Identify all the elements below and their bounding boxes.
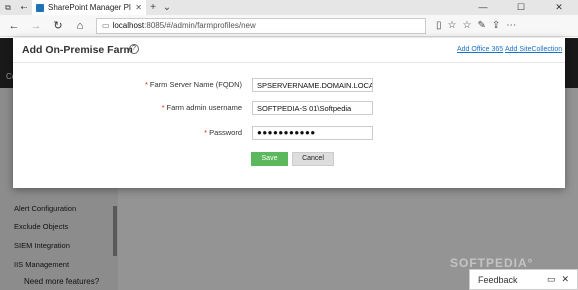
back-tabs-icon[interactable]: ⇠ — [16, 0, 32, 15]
favorites-hub-icon[interactable]: ☆ — [462, 20, 471, 31]
address-bar: ← → ↻ ⌂ ▭ localhost:8085/#/admin/farmpro… — [0, 15, 578, 37]
tab-title: SharePoint Manager Plu — [48, 3, 132, 12]
add-office365-link[interactable]: Add Office 365 — [457, 46, 503, 53]
more-menu-icon[interactable]: ⋯ — [506, 20, 516, 31]
refresh-icon[interactable]: ↻ — [48, 19, 68, 32]
password-row: * Password ●●●●●●●●●●● — [13, 126, 565, 140]
minimize-icon[interactable]: — — [464, 2, 502, 13]
farm-server-row: * Farm Server Name (FQDN) SPSERVERNAME.DO… — [13, 78, 565, 92]
feedback-widget[interactable]: Feedback ▭ ✕ — [469, 269, 578, 290]
password-label: * Password — [204, 128, 242, 137]
share-icon[interactable]: ⇪ — [492, 20, 500, 31]
home-icon[interactable]: ⌂ — [70, 20, 90, 32]
close-tab-icon[interactable]: ✕ — [135, 3, 142, 12]
url-path: :8085/#/admin/farmprofiles/new — [144, 21, 256, 30]
forward-arrow-icon[interactable]: → — [26, 20, 46, 32]
farm-server-input[interactable]: SPSERVERNAME.DOMAIN.LOCAL — [252, 78, 373, 92]
browser-tab[interactable]: SharePoint Manager Plu ✕ — [32, 0, 146, 15]
maximize-icon[interactable]: ☐ — [502, 2, 540, 13]
new-tab-icon[interactable]: + — [146, 2, 160, 13]
sharepoint-favicon-icon — [36, 3, 44, 12]
back-arrow-icon[interactable]: ← — [4, 20, 24, 32]
tab-list-chevron-icon[interactable]: ⌄ — [160, 2, 174, 13]
admin-username-input[interactable]: SOFTPEDIA-S 01\Softpedia — [252, 101, 373, 115]
cancel-button[interactable]: Cancel — [292, 152, 334, 166]
admin-username-label: * Farm admin username — [161, 103, 242, 112]
add-sitecollection-link[interactable]: Add SiteCollection — [505, 46, 562, 53]
window-controls: — ☐ ✕ — [464, 2, 578, 13]
feedback-label: Feedback — [478, 274, 518, 285]
farm-server-label: * Farm Server Name (FQDN) — [144, 80, 242, 89]
expand-icon[interactable]: ▭ — [547, 274, 556, 285]
close-icon[interactable]: ✕ — [561, 274, 569, 285]
favorite-star-icon[interactable]: ☆ — [448, 20, 457, 31]
page-icon: ▭ — [102, 21, 110, 30]
browser-tab-strip: ⧉ ⇠ SharePoint Manager Plu ✕ + ⌄ — ☐ ✕ — [0, 0, 578, 15]
url-host: localhost — [112, 21, 145, 30]
save-button[interactable]: Save — [251, 152, 288, 166]
admin-username-row: * Farm admin username SOFTPEDIA-S 01\Soft… — [13, 101, 565, 115]
dialog-title: Add On-Premise Farm — [22, 44, 133, 56]
add-farm-dialog: Add On-Premise Farm ? Add Office 365 Add… — [13, 38, 565, 188]
reading-view-icon[interactable]: ▯ — [436, 20, 442, 31]
close-window-icon[interactable]: ✕ — [540, 2, 578, 13]
password-input[interactable]: ●●●●●●●●●●● — [252, 126, 373, 140]
dialog-header: Add On-Premise Farm ? Add Office 365 Add… — [13, 38, 565, 63]
softpedia-watermark: SOFTPEDIA° — [450, 256, 534, 270]
help-icon[interactable]: ? — [129, 44, 139, 54]
pen-notes-icon[interactable]: ✎ — [477, 20, 485, 31]
tab-overview-icon[interactable]: ⧉ — [0, 0, 16, 15]
url-input[interactable]: ▭ localhost:8085/#/admin/farmprofiles/ne… — [96, 17, 426, 34]
